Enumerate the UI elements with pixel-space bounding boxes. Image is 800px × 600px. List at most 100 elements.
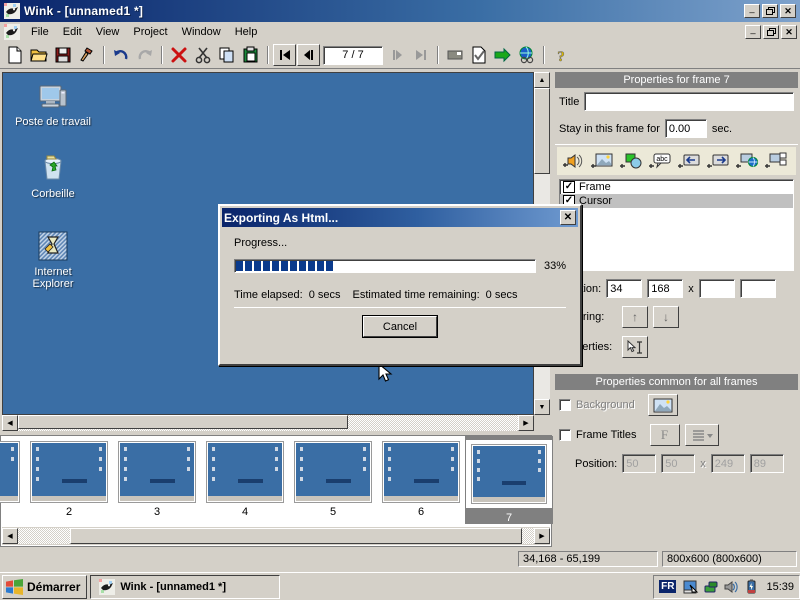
object-position-y-input[interactable] (647, 279, 684, 298)
frame-titles-font-button[interactable]: F (649, 424, 680, 446)
add-browser-link-button[interactable] (733, 149, 761, 173)
browse-button[interactable] (515, 44, 538, 66)
filmstrip-scrollbar[interactable]: ◀ ▶ (2, 527, 550, 545)
background-image-button[interactable] (647, 394, 678, 416)
hscroll-thumb[interactable] (18, 415, 348, 429)
scroll-right-button[interactable]: ▶ (518, 415, 534, 431)
copy-button[interactable] (215, 44, 238, 66)
filmstrip-frame[interactable]: 4 (201, 436, 289, 524)
dialog-close-button[interactable]: ✕ (560, 210, 576, 225)
common-position-x-input[interactable] (622, 454, 657, 473)
vscroll-thumb[interactable] (534, 88, 550, 174)
filmstrip-frame[interactable] (0, 436, 25, 524)
previous-frame-button[interactable] (297, 44, 320, 66)
minimize-capture-button[interactable] (443, 44, 466, 66)
start-button[interactable]: Démarrer (2, 574, 88, 599)
desktop-icon-internet-explorer[interactable]: Internet Explorer (13, 231, 93, 290)
desktop-icon-recycle-bin[interactable]: Corbeille (13, 153, 93, 200)
add-shape-button[interactable] (617, 149, 645, 173)
frame-titles-align-button[interactable] (684, 424, 719, 446)
help-button[interactable]: ? (549, 44, 572, 66)
battery-tray-icon[interactable] (743, 579, 759, 595)
filmstrip-frame[interactable]: 3 (113, 436, 201, 524)
window-titlebar: Wink - [unnamed1 *] _ ✕ (0, 0, 800, 22)
redo-button[interactable] (133, 44, 156, 66)
mdi-restore-button[interactable] (763, 25, 779, 39)
export-progress-dialog: Exporting As Html... ✕ Progress... 33% T… (218, 204, 582, 366)
object-width-input[interactable] (698, 279, 735, 298)
paste-button[interactable] (239, 44, 262, 66)
frame-titles-checkbox[interactable] (559, 429, 571, 441)
objects-listbox[interactable]: ✓ Frame ✓ Cursor (559, 179, 794, 271)
toolbar-separator (267, 46, 269, 64)
filmstrip-scroll-right-button[interactable]: ▶ (534, 528, 550, 544)
common-height-input[interactable] (749, 454, 784, 473)
scroll-up-button[interactable]: ▲ (534, 72, 550, 88)
object-position-x-input[interactable] (606, 279, 643, 298)
properties-button[interactable] (467, 44, 490, 66)
first-frame-button[interactable] (273, 44, 296, 66)
add-left-button-button[interactable] (675, 149, 703, 173)
menu-window[interactable]: Window (175, 24, 228, 40)
cursor-properties-button[interactable] (622, 336, 648, 358)
language-indicator[interactable]: FR (659, 580, 677, 593)
frame-filmstrip[interactable]: 2 3 4 5 6 7 ◀ ▶ (0, 435, 553, 547)
filmstrip-scroll-left-button[interactable]: ◀ (2, 528, 18, 544)
object-height-input[interactable] (739, 279, 776, 298)
add-sound-button[interactable] (559, 149, 587, 173)
common-position-y-input[interactable] (661, 454, 696, 473)
frame-title-input[interactable] (584, 92, 794, 111)
add-new-window-button[interactable] (762, 149, 790, 173)
add-right-button-button[interactable] (704, 149, 732, 173)
volume-tray-icon[interactable] (723, 579, 739, 595)
taskbar-item-wink[interactable]: Wink - [unnamed1 *] (90, 574, 281, 599)
scroll-down-button[interactable]: ▼ (534, 399, 550, 415)
delete-button[interactable] (167, 44, 190, 66)
desktop-icon-my-computer[interactable]: Poste de travail (13, 81, 93, 128)
close-button[interactable]: ✕ (780, 4, 796, 18)
frame-visibility-checkbox[interactable]: ✓ (563, 181, 575, 193)
add-image-button[interactable] (588, 149, 616, 173)
filmstrip-frame[interactable]: 6 (377, 436, 465, 524)
background-checkbox[interactable] (559, 399, 571, 411)
menu-view[interactable]: View (89, 24, 127, 40)
render-hammer-button[interactable] (75, 44, 98, 66)
object-list-item-frame[interactable]: ✓ Frame (560, 180, 793, 194)
last-frame-button[interactable] (409, 44, 432, 66)
mdi-minimize-button[interactable]: _ (745, 25, 761, 39)
layer-down-button[interactable]: ↓ (653, 306, 679, 328)
maximize-button[interactable] (762, 4, 778, 18)
add-textbox-button[interactable]: abc (646, 149, 674, 173)
menu-project[interactable]: Project (126, 24, 174, 40)
frame-counter[interactable]: 7 / 7 (323, 45, 383, 65)
menu-file[interactable]: File (24, 24, 56, 40)
cut-button[interactable] (191, 44, 214, 66)
scroll-left-button[interactable]: ◀ (2, 415, 18, 431)
undo-button[interactable] (109, 44, 132, 66)
save-file-button[interactable] (51, 44, 74, 66)
minimize-button[interactable]: _ (744, 4, 760, 18)
hscroll-track[interactable] (18, 415, 518, 431)
layer-up-button[interactable]: ↑ (622, 306, 648, 328)
open-file-button[interactable] (27, 44, 50, 66)
mdi-close-button[interactable]: ✕ (781, 25, 797, 39)
system-tray: FR 15:39 (653, 574, 800, 599)
filmstrip-frame-selected[interactable]: 7 (465, 436, 553, 524)
menu-help[interactable]: Help (228, 24, 265, 40)
cancel-button[interactable]: Cancel (362, 315, 438, 338)
next-frame-button[interactable] (385, 44, 408, 66)
menu-edit[interactable]: Edit (56, 24, 89, 40)
filmstrip-frame[interactable]: 5 (289, 436, 377, 524)
filmstrip-scroll-thumb[interactable] (70, 528, 522, 544)
canvas-horizontal-scrollbar[interactable]: ◀ ▶ (2, 415, 534, 431)
filmstrip-scroll-track[interactable] (18, 528, 534, 544)
frame-duration-input[interactable] (664, 119, 707, 138)
new-file-button[interactable] (3, 44, 26, 66)
common-width-input[interactable] (710, 454, 745, 473)
clock[interactable]: 15:39 (763, 581, 794, 593)
object-list-item-cursor[interactable]: ✓ Cursor (560, 194, 793, 208)
network-tray-icon[interactable] (703, 579, 719, 595)
filmstrip-frame[interactable]: 2 (25, 436, 113, 524)
screen-capture-tray-icon[interactable] (683, 579, 699, 595)
export-button[interactable] (491, 44, 514, 66)
